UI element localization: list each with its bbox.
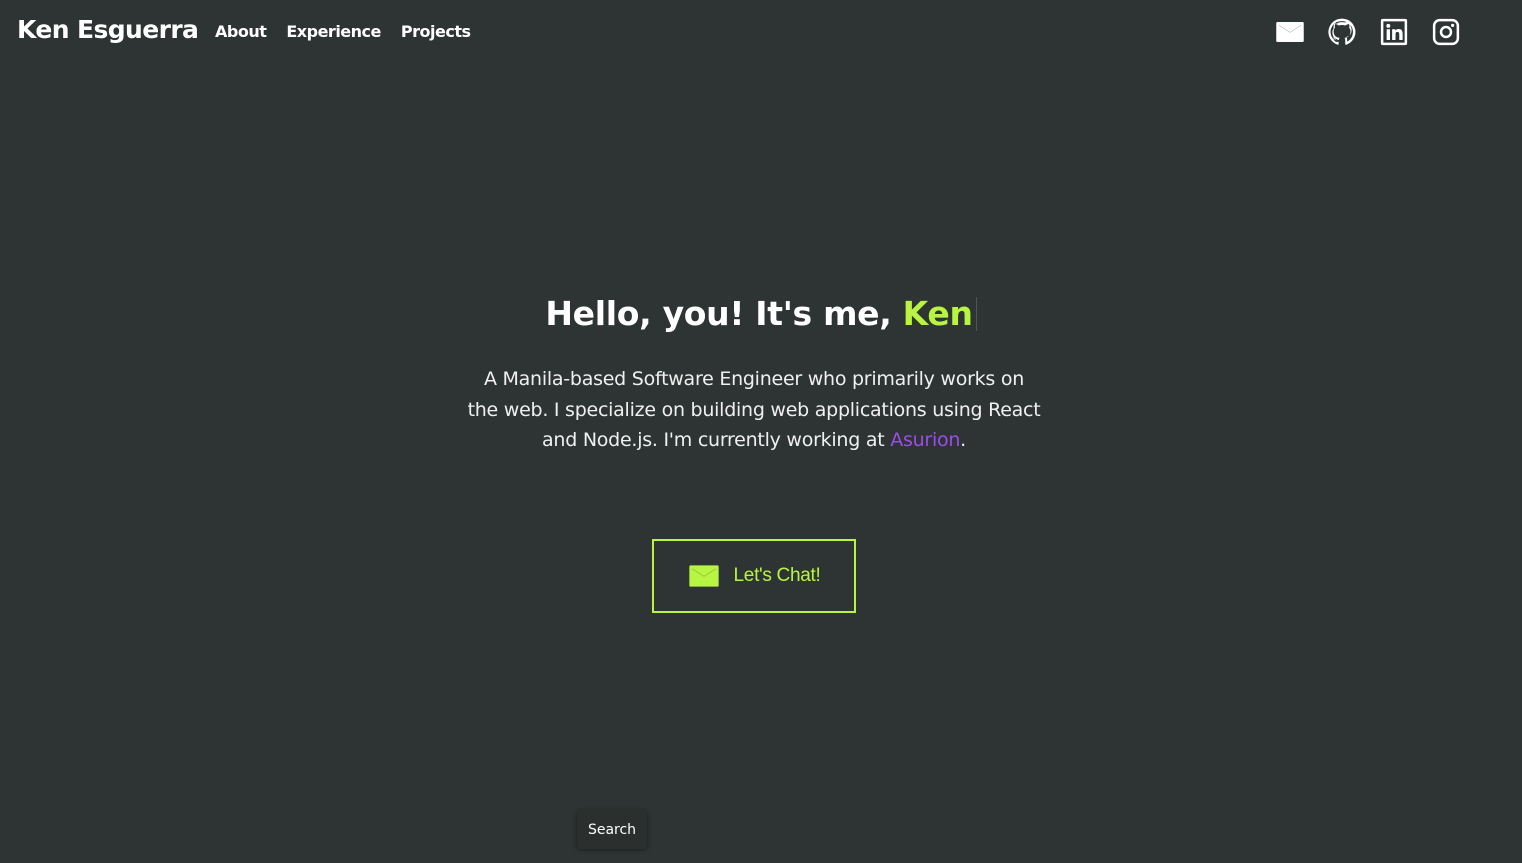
social-links	[1275, 17, 1461, 47]
github-icon[interactable]	[1327, 17, 1357, 47]
navbar: Ken Esguerra About Experience Projects	[0, 0, 1522, 64]
company-link[interactable]: Asurion	[890, 429, 960, 451]
description-period: .	[960, 429, 966, 451]
nav-experience[interactable]: Experience	[286, 22, 381, 41]
main-nav: About Experience Projects	[215, 22, 471, 41]
typing-cursor	[975, 297, 977, 331]
search-tooltip-label: Search	[587, 821, 637, 838]
mail-icon	[688, 565, 719, 587]
hero-description: A Manila-based Software Engineer who pri…	[466, 364, 1042, 456]
linkedin-icon[interactable]	[1379, 17, 1409, 47]
search-tooltip: Search	[577, 810, 647, 849]
lets-chat-label: Let's Chat!	[733, 565, 821, 586]
greeting-text: Hello, you! It's me,	[545, 294, 903, 333]
instagram-icon[interactable]	[1431, 17, 1461, 47]
brand-logo[interactable]: Ken Esguerra	[17, 15, 199, 44]
nav-projects[interactable]: Projects	[401, 22, 471, 41]
hero-name: Ken	[902, 294, 973, 333]
nav-about[interactable]: About	[215, 22, 267, 41]
lets-chat-button[interactable]: Let's Chat!	[652, 539, 856, 613]
mail-icon[interactable]	[1275, 17, 1305, 47]
hero-title: Hello, you! It's me, Ken	[0, 294, 1522, 333]
